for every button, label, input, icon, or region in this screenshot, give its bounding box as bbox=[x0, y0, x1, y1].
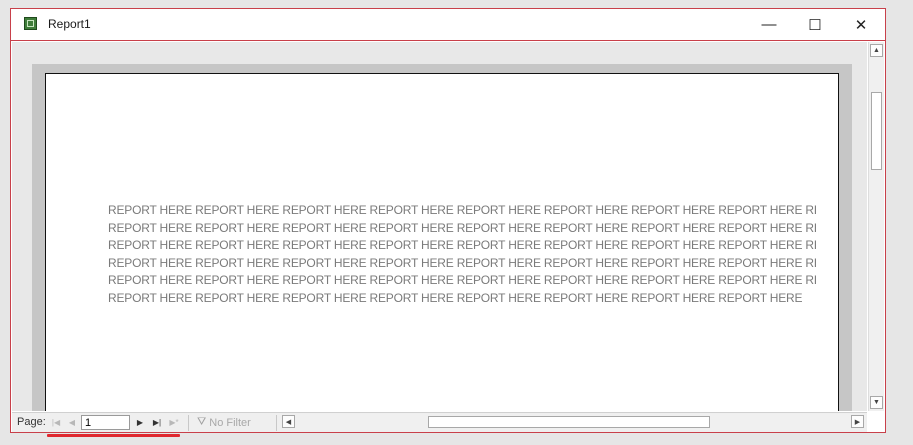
filter-icon: ⛛ bbox=[197, 416, 207, 428]
report-line: REPORT HERE REPORT HERE REPORT HERE REPO… bbox=[108, 273, 816, 288]
report-line: REPORT HERE REPORT HERE REPORT HERE REPO… bbox=[108, 290, 803, 305]
previous-record-icon[interactable]: ◀ bbox=[66, 416, 78, 429]
vertical-scroll-thumb[interactable] bbox=[871, 92, 882, 170]
arrow-up-icon: ▲ bbox=[873, 47, 880, 54]
maximize-button[interactable]: ☐ bbox=[792, 9, 838, 40]
title-bar[interactable]: Report1 — ☐ ✕ bbox=[11, 9, 885, 41]
access-report-icon bbox=[24, 17, 37, 30]
preview-frame: REPORT HERE REPORT HERE REPORT HERE REPO… bbox=[32, 64, 852, 411]
horizontal-scroll-thumb[interactable] bbox=[428, 416, 710, 428]
report-page: REPORT HERE REPORT HERE REPORT HERE REPO… bbox=[45, 73, 839, 411]
report-line: REPORT HERE REPORT HERE REPORT HERE REPO… bbox=[108, 238, 816, 253]
report-line: REPORT HERE REPORT HERE REPORT HERE REPO… bbox=[108, 255, 816, 270]
vertical-scrollbar[interactable]: ▲ ▼ bbox=[868, 42, 884, 411]
arrow-down-icon: ▼ bbox=[873, 399, 880, 406]
scroll-down-button[interactable]: ▼ bbox=[870, 396, 883, 409]
report-preview-area: REPORT HERE REPORT HERE REPORT HERE REPO… bbox=[12, 42, 867, 411]
close-icon: ✕ bbox=[854, 16, 868, 34]
page-label: Page: bbox=[17, 416, 46, 428]
report-line: REPORT HERE REPORT HERE REPORT HERE REPO… bbox=[108, 220, 816, 235]
highlight-underline bbox=[47, 434, 180, 437]
first-record-icon[interactable]: |◀ bbox=[50, 416, 62, 429]
report-body-text: REPORT HERE REPORT HERE REPORT HERE REPO… bbox=[108, 202, 816, 308]
close-button[interactable]: ✕ bbox=[838, 9, 884, 40]
report-line: REPORT HERE REPORT HERE REPORT HERE REPO… bbox=[108, 203, 816, 217]
last-record-icon[interactable]: ▶| bbox=[151, 416, 163, 429]
window-title: Report1 bbox=[48, 17, 91, 31]
no-filter-button[interactable]: ⛛ No Filter bbox=[197, 416, 251, 429]
arrow-left-icon: ◀ bbox=[285, 418, 292, 426]
maximize-icon: ☐ bbox=[808, 16, 822, 34]
scroll-up-button[interactable]: ▲ bbox=[870, 44, 883, 57]
nav-separator bbox=[188, 415, 189, 431]
record-navigation-bar: Page: |◀ ◀ ▶ ▶| ▶* ⛛ No Filter ◀ ▶ bbox=[12, 412, 867, 432]
new-record-icon[interactable]: ▶* bbox=[168, 416, 180, 429]
scroll-right-button[interactable]: ▶ bbox=[851, 415, 864, 428]
nav-separator bbox=[276, 415, 277, 431]
minimize-button[interactable]: — bbox=[746, 9, 792, 40]
arrow-right-icon: ▶ bbox=[854, 418, 861, 426]
scroll-left-button[interactable]: ◀ bbox=[282, 415, 295, 428]
filter-label: No Filter bbox=[209, 416, 251, 429]
minimize-icon: — bbox=[761, 16, 777, 33]
page-number-input[interactable] bbox=[81, 415, 130, 430]
report-window: Report1 — ☐ ✕ REPORT HERE REPORT HERE RE… bbox=[10, 8, 886, 433]
horizontal-scrollbar[interactable]: ◀ ▶ bbox=[280, 414, 866, 430]
next-record-icon[interactable]: ▶ bbox=[134, 416, 146, 429]
